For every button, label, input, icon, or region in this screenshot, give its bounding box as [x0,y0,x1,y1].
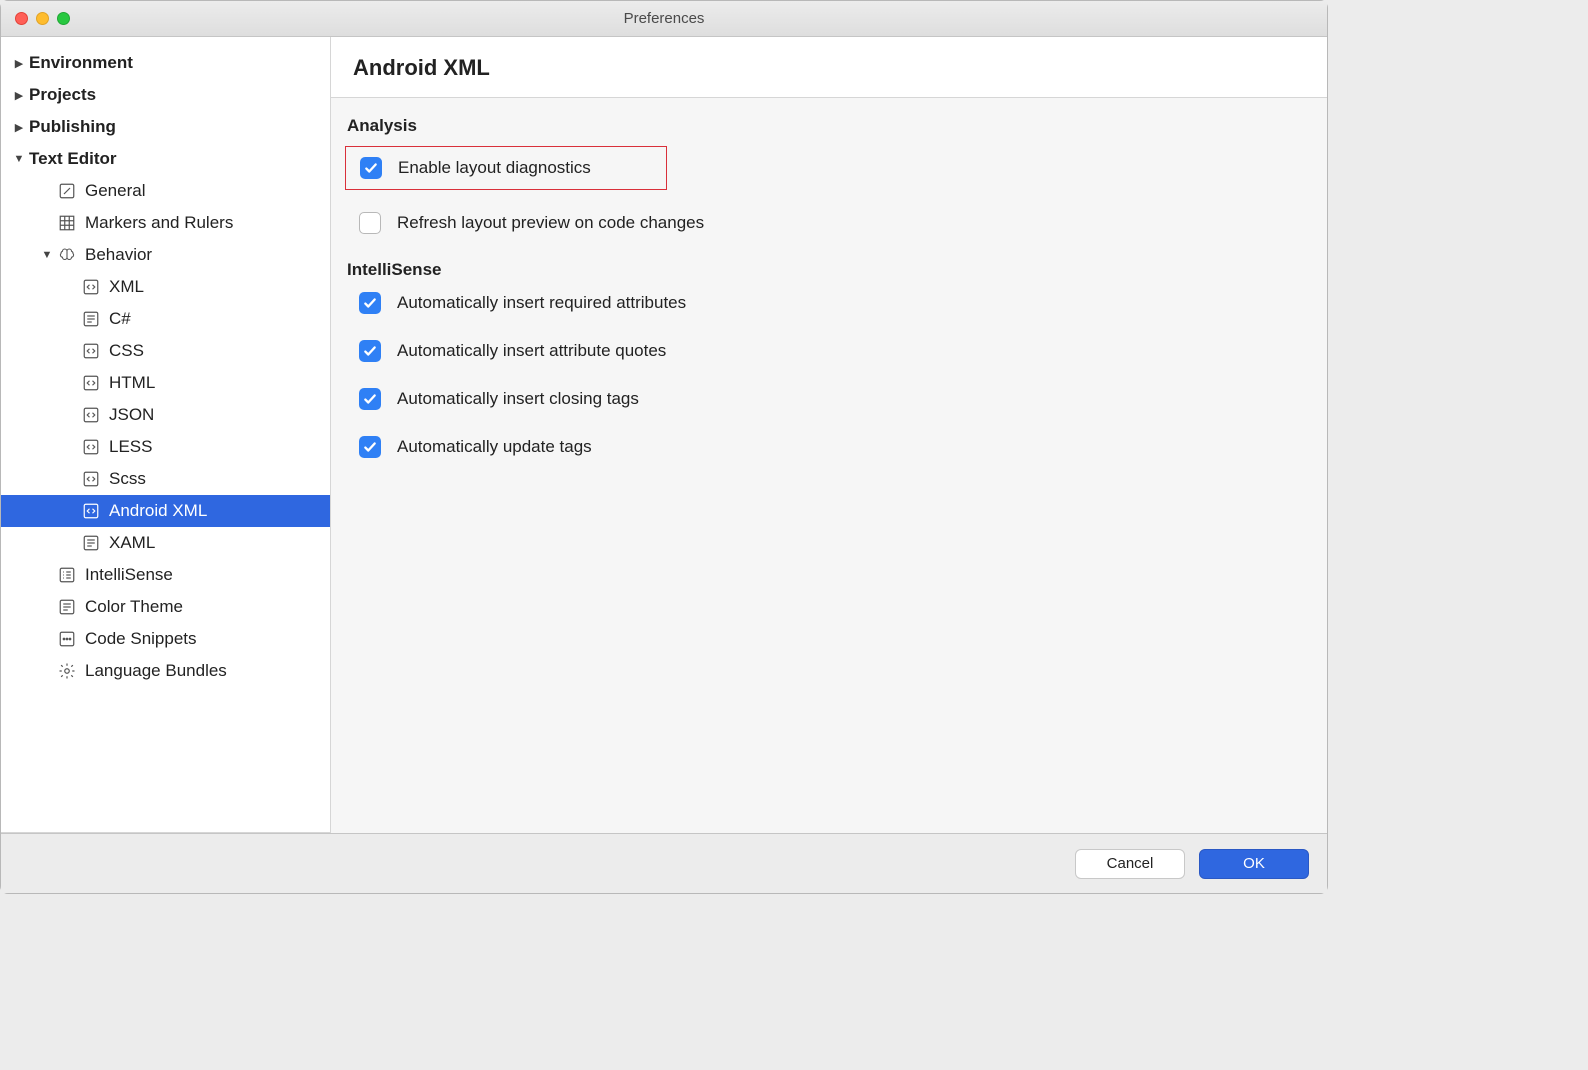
sidebar-item-label: Text Editor [29,149,117,169]
sidebar-item-less[interactable]: ▶LESS [1,431,330,463]
brain-icon [57,245,77,265]
sidebar-item-code-snippets[interactable]: ▶Code Snippets [1,623,330,655]
checkbox-checked-icon[interactable] [359,436,381,458]
dialog-footer: Cancel OK [1,833,1327,893]
minimize-window-button[interactable] [36,12,49,25]
sidebar-item-label: HTML [109,373,155,393]
traffic-lights [1,12,70,25]
auto-insert-required-attrs-row[interactable]: Automatically insert required attributes [345,292,1313,314]
setting-label: Refresh layout preview on code changes [397,213,704,233]
window-title: Preferences [1,10,1327,27]
grid-icon [57,213,77,233]
sidebar-item-css[interactable]: ▶CSS [1,335,330,367]
auto-insert-closing-tags-row[interactable]: Automatically insert closing tags [345,388,1313,410]
checkbox-unchecked-icon[interactable] [359,212,381,234]
setting-label: Automatically insert required attributes [397,293,686,313]
section-analysis-title: Analysis [345,116,1313,136]
preferences-main: Android XML Analysis Enable layout diagn… [331,37,1327,833]
ok-button-label: OK [1243,855,1265,872]
setting-label: Automatically update tags [397,437,592,457]
sidebar-item-html[interactable]: ▶HTML [1,367,330,399]
refresh-layout-preview-row[interactable]: Refresh layout preview on code changes [345,212,1313,234]
chevron-right-icon[interactable]: ▶ [13,57,25,69]
sidebar-item-language-bundles[interactable]: ▶Language Bundles [1,655,330,687]
sidebar-item-label: XML [109,277,144,297]
sidebar-item-label: JSON [109,405,154,425]
code-icon [81,437,101,457]
cancel-button-label: Cancel [1107,855,1154,872]
sidebar-item-label: CSS [109,341,144,361]
code-icon [81,277,101,297]
highlighted-setting: Enable layout diagnostics [345,146,667,190]
checkbox-checked-icon[interactable] [359,292,381,314]
sidebar-item-color-theme[interactable]: ▶Color Theme [1,591,330,623]
sidebar-item-markers-and-rulers[interactable]: ▶Markers and Rulers [1,207,330,239]
sidebar-item-label: Publishing [29,117,116,137]
sidebar-item-label: Color Theme [85,597,183,617]
sidebar-item-label: Environment [29,53,133,73]
file-icon [57,597,77,617]
dots-icon [57,629,77,649]
sidebar-item-label: LESS [109,437,152,457]
sidebar-item-label: Scss [109,469,146,489]
sidebar-item-scss[interactable]: ▶Scss [1,463,330,495]
code-icon [81,373,101,393]
sidebar-item-projects[interactable]: ▶ Projects [1,79,330,111]
titlebar: Preferences [1,1,1327,37]
chevron-down-icon[interactable]: ▼ [13,153,25,165]
gear-icon [57,661,77,681]
sidebar-item-text-editor[interactable]: ▼ Text Editor [1,143,330,175]
code-icon [81,405,101,425]
sidebar-item-label: General [85,181,145,201]
sidebar-item-label: Language Bundles [85,661,227,681]
file-icon [81,533,101,553]
sidebar-item-label: Markers and Rulers [85,213,233,233]
sidebar-item-c-[interactable]: ▶C# [1,303,330,335]
page-title: Android XML [331,37,1327,98]
checkbox-checked-icon[interactable] [360,157,382,179]
code-icon [81,341,101,361]
pencil-icon [57,181,77,201]
sidebar-item-label: IntelliSense [85,565,173,585]
file-icon [81,309,101,329]
list-icon [57,565,77,585]
sidebar-item-json[interactable]: ▶JSON [1,399,330,431]
section-intellisense-title: IntelliSense [345,260,1313,280]
sidebar-item-general[interactable]: ▶General [1,175,330,207]
sidebar-item-xml[interactable]: ▶XML [1,271,330,303]
sidebar-item-intellisense[interactable]: ▶IntelliSense [1,559,330,591]
ok-button[interactable]: OK [1199,849,1309,879]
chevron-right-icon[interactable]: ▶ [13,89,25,101]
checkbox-checked-icon[interactable] [359,388,381,410]
setting-label: Automatically insert attribute quotes [397,341,666,361]
sidebar-item-environment[interactable]: ▶ Environment [1,47,330,79]
code-icon [81,501,101,521]
sidebar-item-android-xml[interactable]: ▶Android XML [1,495,330,527]
sidebar-item-label: Projects [29,85,96,105]
sidebar-item-label: Code Snippets [85,629,197,649]
enable-layout-diagnostics-row[interactable]: Enable layout diagnostics [360,157,656,179]
code-icon [81,469,101,489]
setting-label: Automatically insert closing tags [397,389,639,409]
setting-label: Enable layout diagnostics [398,158,591,178]
sidebar-item-label: Android XML [109,501,207,521]
sidebar-item-behavior[interactable]: ▼ Behavior [1,239,330,271]
cancel-button[interactable]: Cancel [1075,849,1185,879]
sidebar-item-label: C# [109,309,131,329]
sidebar-item-label: XAML [109,533,155,553]
chevron-right-icon[interactable]: ▶ [13,121,25,133]
auto-update-tags-row[interactable]: Automatically update tags [345,436,1313,458]
preferences-sidebar: ▶ Environment ▶ Projects ▶ Publishing ▼ Text Ed… [1,37,331,833]
zoom-window-button[interactable] [57,12,70,25]
sidebar-item-xaml[interactable]: ▶XAML [1,527,330,559]
checkbox-checked-icon[interactable] [359,340,381,362]
sidebar-item-publishing[interactable]: ▶ Publishing [1,111,330,143]
sidebar-item-label: Behavior [85,245,152,265]
auto-insert-attr-quotes-row[interactable]: Automatically insert attribute quotes [345,340,1313,362]
close-window-button[interactable] [15,12,28,25]
chevron-down-icon[interactable]: ▼ [41,249,53,261]
